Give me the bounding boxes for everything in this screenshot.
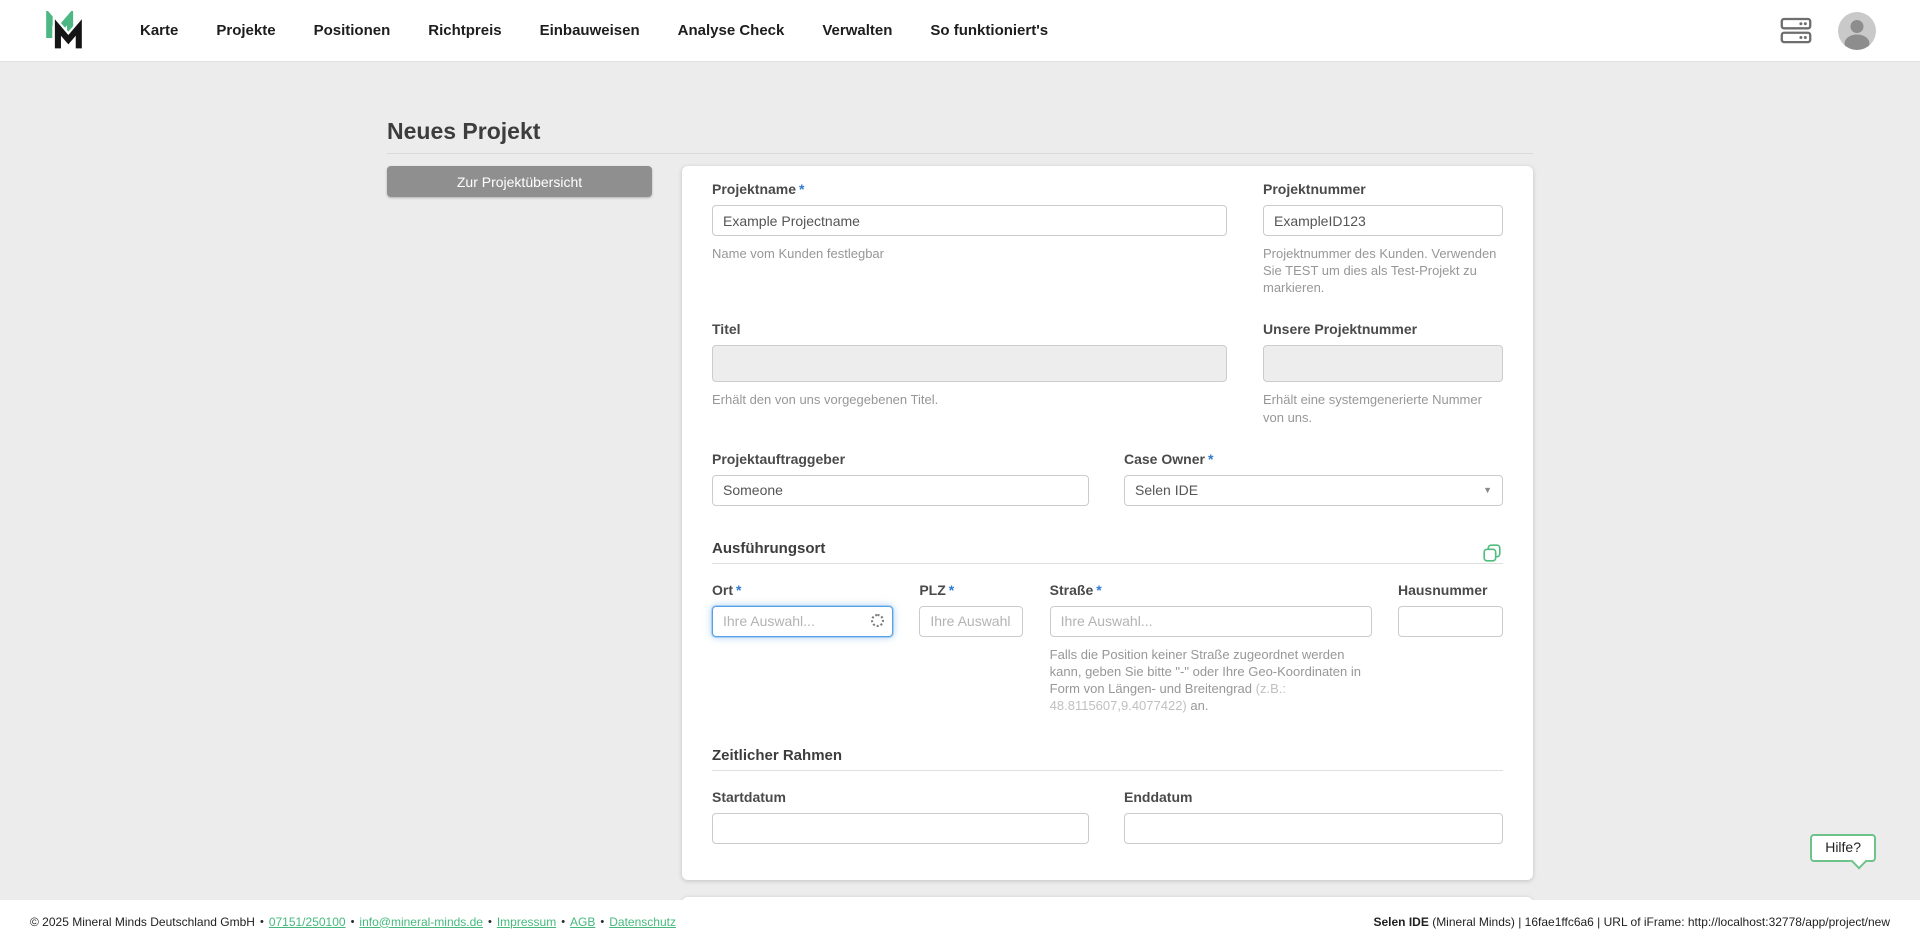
footer-email-link[interactable]: info@mineral-minds.de	[359, 915, 483, 929]
enddatum-label: Enddatum	[1124, 790, 1503, 805]
titel-label: Titel	[712, 322, 1227, 337]
unsere-projektnummer-helper: Erhält eine systemgenerierte Nummer von …	[1263, 391, 1503, 425]
section-title-zeitlicher-rahmen: Zeitlicher Rahmen	[712, 747, 842, 764]
new-project-form-card: Projektname* Name vom Kunden festlegbar …	[682, 166, 1533, 880]
required-asterisk: *	[1096, 582, 1101, 598]
footer-phone-link[interactable]: 07151/250100	[269, 915, 346, 929]
strasse-helper: Falls die Position keiner Straße zugeord…	[1050, 646, 1372, 715]
field-hausnummer: Hausnummer	[1398, 583, 1503, 715]
footer: © 2025 Mineral Minds Deutschland GmbH • …	[0, 900, 1920, 943]
section-title-ausfuehrungsort: Ausführungsort	[712, 540, 825, 557]
projektname-input[interactable]	[712, 205, 1227, 236]
projektnummer-label: Projektnummer	[1263, 182, 1503, 197]
field-projektnummer: Projektnummer Projektnummer des Kunden. …	[1263, 182, 1503, 296]
required-asterisk: *	[949, 582, 954, 598]
projektauftraggeber-input[interactable]	[712, 475, 1089, 506]
field-unsere-projektnummer: Unsere Projektnummer Erhält eine systemg…	[1263, 322, 1503, 425]
nav-item-positionen[interactable]: Positionen	[314, 22, 391, 39]
projektauftraggeber-label: Projektauftraggeber	[712, 452, 1089, 467]
unsere-projektnummer-input	[1263, 345, 1503, 382]
hausnummer-label: Hausnummer	[1398, 583, 1503, 598]
case-owner-select[interactable]: Selen IDE ▼	[1124, 475, 1503, 506]
field-plz: PLZ*	[919, 583, 1023, 715]
footer-datenschutz-link[interactable]: Datenschutz	[609, 915, 676, 929]
ort-label: Ort	[712, 582, 733, 598]
field-case-owner: Case Owner* Selen IDE ▼	[1124, 452, 1503, 506]
page-title: Neues Projekt	[387, 118, 1533, 145]
unsere-projektnummer-label: Unsere Projektnummer	[1263, 322, 1503, 337]
main-nav: Karte Projekte Positionen Richtpreis Ein…	[140, 22, 1048, 39]
field-projektauftraggeber: Projektauftraggeber	[712, 452, 1089, 506]
nav-item-richtpreis[interactable]: Richtpreis	[428, 22, 501, 39]
nav-item-so-funktionierts[interactable]: So funktioniert's	[930, 22, 1048, 39]
nav-item-projekte[interactable]: Projekte	[216, 22, 275, 39]
field-startdatum: Startdatum	[712, 790, 1089, 844]
plz-label: PLZ	[919, 582, 945, 598]
required-asterisk: *	[1208, 451, 1213, 467]
startdatum-label: Startdatum	[712, 790, 1089, 805]
hausnummer-input[interactable]	[1398, 606, 1503, 637]
section-divider	[712, 770, 1503, 771]
server-stack-icon[interactable]	[1780, 16, 1812, 46]
required-asterisk: *	[736, 582, 741, 598]
nav-item-karte[interactable]: Karte	[140, 22, 178, 39]
field-projektname: Projektname* Name vom Kunden festlegbar	[712, 182, 1227, 296]
case-owner-label: Case Owner	[1124, 451, 1205, 467]
projektnummer-helper: Projektnummer des Kunden. Verwenden Sie …	[1263, 245, 1503, 296]
startdatum-input[interactable]	[712, 813, 1089, 844]
zur-projektuebersicht-button[interactable]: Zur Projektübersicht	[387, 166, 652, 197]
field-enddatum: Enddatum	[1124, 790, 1503, 844]
nav-item-analyse-check[interactable]: Analyse Check	[678, 22, 785, 39]
footer-impressum-link[interactable]: Impressum	[497, 915, 556, 929]
field-titel: Titel Erhält den von uns vorgegebenen Ti…	[712, 322, 1227, 425]
mineral-minds-logo-icon[interactable]	[44, 11, 84, 51]
top-navbar: Karte Projekte Positionen Richtpreis Ein…	[0, 0, 1920, 62]
title-divider	[387, 153, 1533, 154]
help-button[interactable]: Hilfe?	[1810, 834, 1876, 862]
plz-input[interactable]	[919, 606, 1023, 637]
projektname-helper: Name vom Kunden festlegbar	[712, 245, 1227, 262]
nav-item-verwalten[interactable]: Verwalten	[822, 22, 892, 39]
strasse-label: Straße	[1050, 582, 1094, 598]
footer-agb-link[interactable]: AGB	[570, 915, 595, 929]
enddatum-input[interactable]	[1124, 813, 1503, 844]
page-content: Neues Projekt Zur Projektübersicht Proje…	[387, 62, 1533, 943]
user-avatar[interactable]	[1838, 12, 1876, 50]
case-owner-selected-value: Selen IDE	[1135, 482, 1198, 498]
projektname-label: Projektname	[712, 181, 796, 197]
field-strasse: Straße* Falls die Position keiner Straße…	[1050, 583, 1372, 715]
projektnummer-input[interactable]	[1263, 205, 1503, 236]
duplicate-location-icon[interactable]	[1481, 542, 1503, 564]
chevron-down-icon: ▼	[1483, 485, 1492, 495]
titel-input	[712, 345, 1227, 382]
ort-input[interactable]	[712, 606, 893, 637]
field-ort: Ort*	[712, 583, 893, 715]
titel-helper: Erhält den von uns vorgegebenen Titel.	[712, 391, 1227, 408]
section-divider	[712, 563, 1503, 564]
session-info: Selen IDE (Mineral Minds) | 16fae1ffc6a6…	[1374, 915, 1891, 929]
required-asterisk: *	[799, 181, 804, 197]
copyright-text: © 2025 Mineral Minds Deutschland GmbH	[30, 915, 255, 929]
nav-item-einbauweisen[interactable]: Einbauweisen	[540, 22, 640, 39]
strasse-input[interactable]	[1050, 606, 1372, 637]
